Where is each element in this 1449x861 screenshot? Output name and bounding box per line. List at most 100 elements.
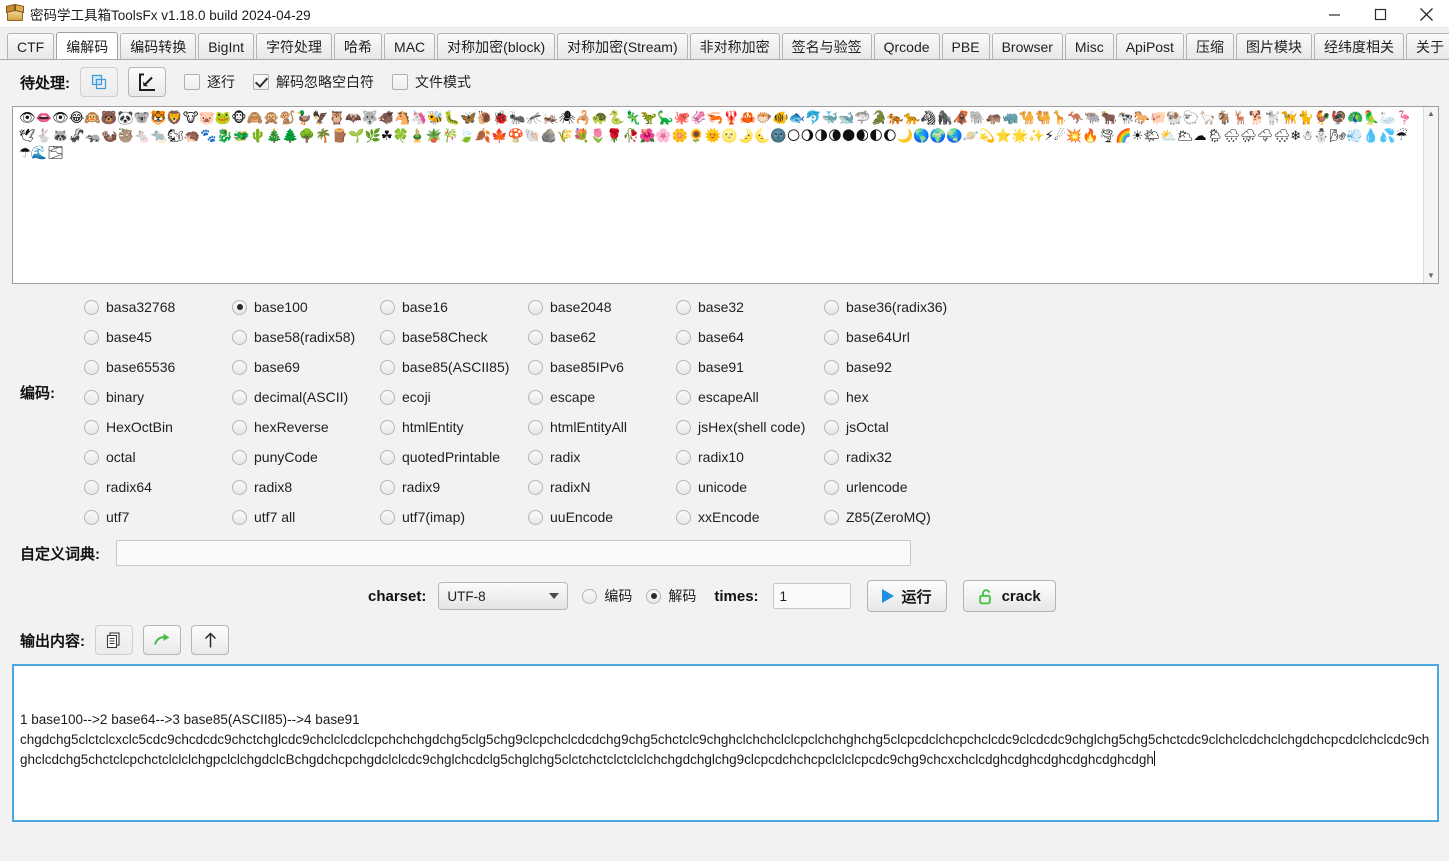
codec-option-base92[interactable]: base92 xyxy=(824,352,972,382)
codec-radio-circle[interactable] xyxy=(676,359,691,375)
codec-option-base58check[interactable]: base58Check xyxy=(380,322,528,352)
codec-radio-circle[interactable] xyxy=(676,299,691,315)
main-tab-bar[interactable]: CTF 编解码 编码转换 BigInt 字符处理 哈希 MAC 对称加密(block) 对称加密… xyxy=(0,28,1449,60)
codec-radio-circle[interactable] xyxy=(824,479,839,495)
codec-option-binary[interactable]: binary xyxy=(84,382,232,412)
codec-option-base2048[interactable]: base2048 xyxy=(528,292,676,322)
codec-radio-circle[interactable] xyxy=(528,359,543,375)
codec-radio-circle[interactable] xyxy=(380,329,395,345)
tab-18[interactable]: 经纬度相关 xyxy=(1313,33,1404,59)
checkbox-per-line[interactable]: 逐行 xyxy=(184,72,235,92)
codec-radio-circle[interactable] xyxy=(84,419,99,435)
codec-option-urlencode[interactable]: urlencode xyxy=(824,472,972,502)
tab-19[interactable]: 关于 xyxy=(1405,33,1449,59)
encode-radio-circle[interactable] xyxy=(582,588,598,604)
codec-radio-circle[interactable] xyxy=(232,449,247,465)
tab-16[interactable]: 压缩 xyxy=(1185,33,1234,59)
ignore-whitespace-checkbox-box[interactable] xyxy=(253,74,269,90)
tab-6[interactable]: MAC xyxy=(384,33,436,59)
codec-radio-circle[interactable] xyxy=(232,359,247,375)
input-textarea[interactable]: 👁👄👁😂🙉🐻🐼🐨🐯🦁🐮🐷🐸🐵🙈🙊🐒🦆🦅🦉🦇🐺🐗🐴🦄🐝🐛🦋🐌🐞🐜🦟🦗🕷🦂🐢🐍🦎🦖🦕… xyxy=(12,106,1439,284)
custom-dictionary-input[interactable] xyxy=(116,540,911,566)
codec-option-base85ipv6[interactable]: base85IPv6 xyxy=(528,352,676,382)
codec-radio-circle[interactable] xyxy=(824,449,839,465)
codec-option-octal[interactable]: octal xyxy=(84,442,232,472)
codec-option-utf7-imap-[interactable]: utf7(imap) xyxy=(380,502,528,532)
up-arrow-icon[interactable] xyxy=(191,625,229,655)
codec-radio-circle[interactable] xyxy=(380,359,395,375)
codec-radio-circle[interactable] xyxy=(676,329,691,345)
minimize-icon[interactable] xyxy=(1311,0,1357,28)
codec-option-base36-radix36-[interactable]: base36(radix36) xyxy=(824,292,972,322)
codec-option-base65536[interactable]: base65536 xyxy=(84,352,232,382)
radio-decode[interactable]: 解码 xyxy=(646,586,696,606)
codec-option-base32[interactable]: base32 xyxy=(676,292,824,322)
crack-button[interactable]: crack xyxy=(962,580,1056,612)
codec-radio-circle[interactable] xyxy=(232,329,247,345)
codec-option-base100[interactable]: base100 xyxy=(232,292,380,322)
codec-radio-circle[interactable] xyxy=(528,419,543,435)
codec-option-radix32[interactable]: radix32 xyxy=(824,442,972,472)
codec-option-base64url[interactable]: base64Url xyxy=(824,322,972,352)
tab-17[interactable]: 图片模块 xyxy=(1235,33,1312,59)
copy-icon[interactable] xyxy=(95,625,133,655)
codec-option-punycode[interactable]: punyCode xyxy=(232,442,380,472)
maximize-icon[interactable] xyxy=(1357,0,1403,28)
import-arrow-icon[interactable] xyxy=(128,67,166,97)
codec-radio-group[interactable]: basa32768 base100 base16 base2048 base32 base… xyxy=(84,292,1449,532)
codec-option-htmlentity[interactable]: htmlEntity xyxy=(380,412,528,442)
scroll-down-icon[interactable]: ▼ xyxy=(1427,269,1435,283)
codec-radio-circle[interactable] xyxy=(232,479,247,495)
codec-radio-circle[interactable] xyxy=(84,299,99,315)
codec-radio-circle[interactable] xyxy=(232,299,247,315)
decode-radio-circle[interactable] xyxy=(646,588,662,604)
codec-option-base62[interactable]: base62 xyxy=(528,322,676,352)
codec-radio-circle[interactable] xyxy=(676,449,691,465)
tab-13[interactable]: Browser xyxy=(991,33,1063,59)
tab-10[interactable]: 签名与验签 xyxy=(781,33,872,59)
codec-radio-circle[interactable] xyxy=(84,359,99,375)
tab-12[interactable]: PBE xyxy=(941,33,990,59)
codec-radio-circle[interactable] xyxy=(232,389,247,405)
codec-radio-circle[interactable] xyxy=(84,389,99,405)
checkbox-file-mode[interactable]: 文件模式 xyxy=(392,72,471,92)
codec-option-utf7[interactable]: utf7 xyxy=(84,502,232,532)
codec-radio-circle[interactable] xyxy=(84,509,99,525)
input-textarea-content[interactable]: 👁👄👁😂🙉🐻🐼🐨🐯🦁🐮🐷🐸🐵🙈🙊🐒🦆🦅🦉🦇🐺🐗🐴🦄🐝🐛🦋🐌🐞🐜🦟🦗🕷🦂🐢🐍🦎🦖🦕… xyxy=(13,107,1423,283)
radio-encode[interactable]: 编码 xyxy=(582,586,632,606)
codec-option-escape[interactable]: escape xyxy=(528,382,676,412)
codec-option-base69[interactable]: base69 xyxy=(232,352,380,382)
codec-option-base45[interactable]: base45 xyxy=(84,322,232,352)
codec-radio-circle[interactable] xyxy=(380,509,395,525)
codec-option-base85-ascii85-[interactable]: base85(ASCII85) xyxy=(380,352,528,382)
codec-option-jsoctal[interactable]: jsOctal xyxy=(824,412,972,442)
tab-5[interactable]: 哈希 xyxy=(334,33,383,59)
scroll-up-icon[interactable]: ▲ xyxy=(1427,107,1435,121)
codec-option-quotedprintable[interactable]: quotedPrintable xyxy=(380,442,528,472)
codec-option-htmlentityall[interactable]: htmlEntityAll xyxy=(528,412,676,442)
codec-option-radix64[interactable]: radix64 xyxy=(84,472,232,502)
codec-option-hex[interactable]: hex xyxy=(824,382,972,412)
codec-radio-circle[interactable] xyxy=(380,419,395,435)
close-icon[interactable] xyxy=(1403,0,1449,28)
tab-0[interactable]: CTF xyxy=(7,33,55,59)
codec-option-radixn[interactable]: radixN xyxy=(528,472,676,502)
codec-option-radix[interactable]: radix xyxy=(528,442,676,472)
tab-2[interactable]: 编码转换 xyxy=(120,33,197,59)
codec-radio-circle[interactable] xyxy=(824,299,839,315)
tab-15[interactable]: ApiPost xyxy=(1115,33,1184,59)
input-vertical-scrollbar[interactable]: ▲ ▼ xyxy=(1423,107,1438,283)
codec-option-hexoctbin[interactable]: HexOctBin xyxy=(84,412,232,442)
codec-radio-circle[interactable] xyxy=(528,449,543,465)
codec-radio-circle[interactable] xyxy=(676,389,691,405)
tab-4[interactable]: 字符处理 xyxy=(256,33,333,59)
codec-option-z85-zeromq-[interactable]: Z85(ZeroMQ) xyxy=(824,502,972,532)
checkbox-ignore-whitespace[interactable]: 解码忽略空白符 xyxy=(253,72,374,92)
codec-option-utf7-all[interactable]: utf7 all xyxy=(232,502,380,532)
codec-radio-circle[interactable] xyxy=(528,329,543,345)
tab-3[interactable]: BigInt xyxy=(198,33,255,59)
codec-radio-circle[interactable] xyxy=(380,449,395,465)
codec-option-basa32768[interactable]: basa32768 xyxy=(84,292,232,322)
codec-radio-circle[interactable] xyxy=(676,419,691,435)
copy-layers-icon[interactable] xyxy=(80,67,118,97)
